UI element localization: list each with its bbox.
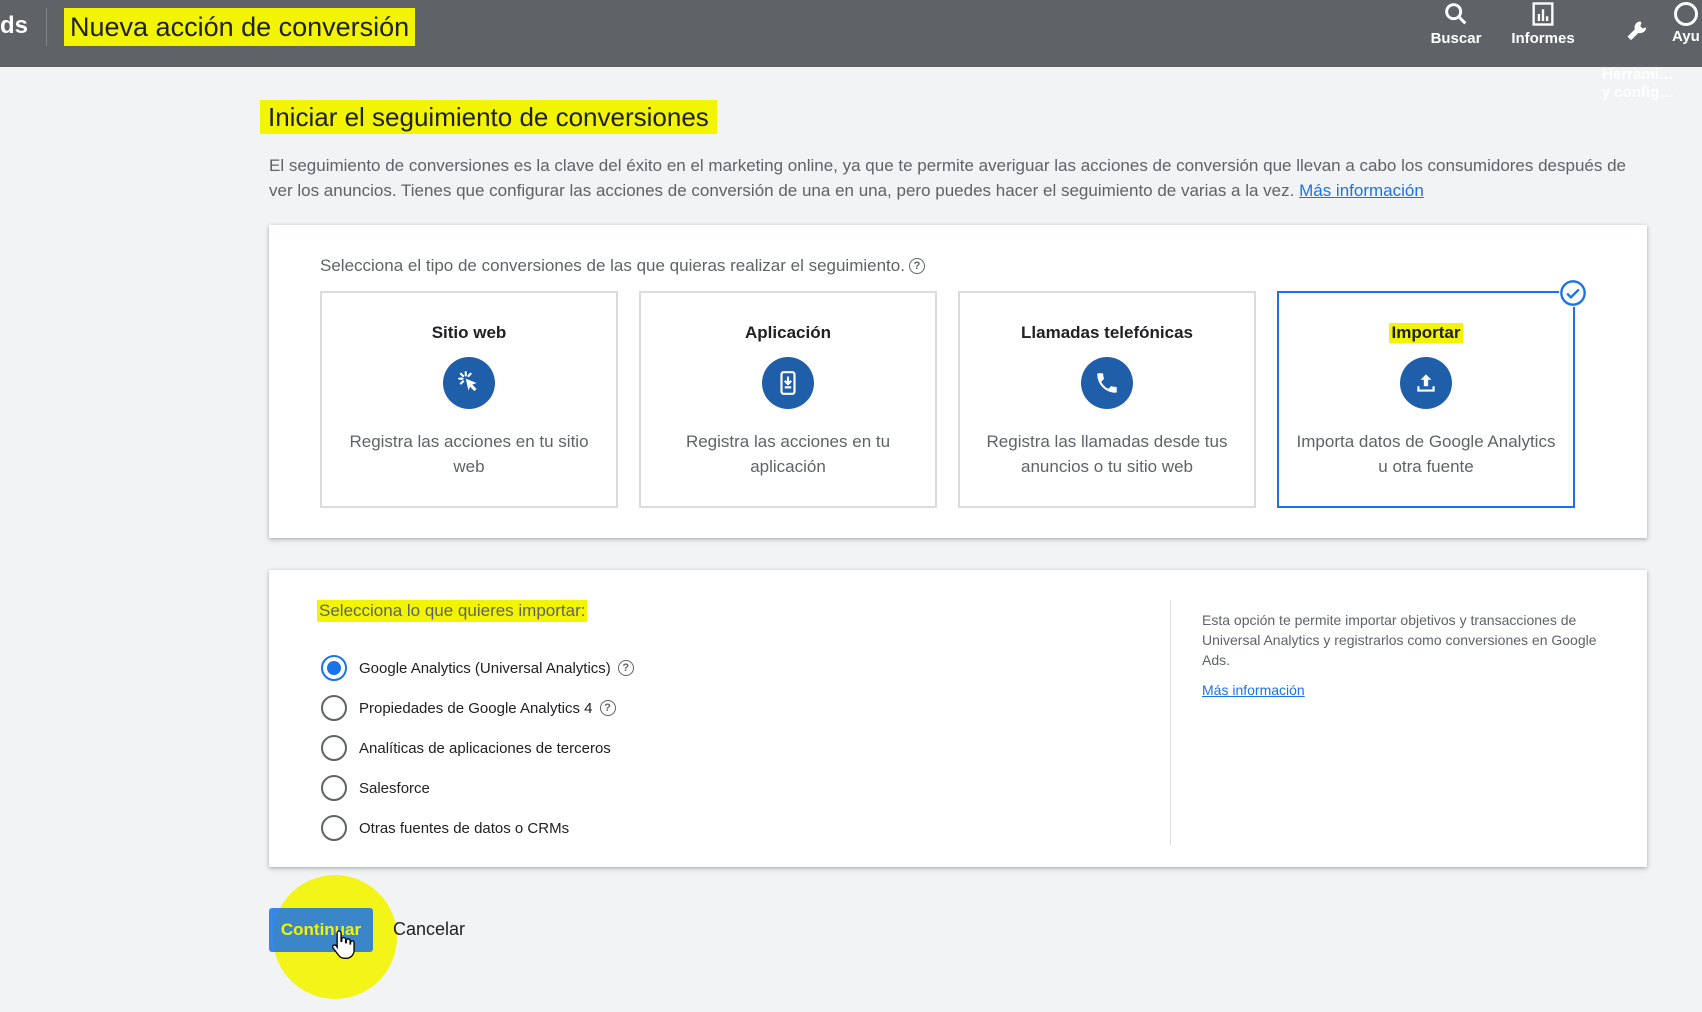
intro-more-info-link[interactable]: Más información [1299, 181, 1424, 200]
search-tool-button[interactable]: Buscar [1416, 0, 1496, 67]
radio-option-ga4[interactable]: Propiedades de Google Analytics 4 ? [321, 688, 634, 728]
radio-button-selected[interactable] [321, 655, 347, 681]
search-icon [1445, 3, 1467, 25]
radio-option-label: Salesforce [359, 779, 430, 797]
radio-option-label: Propiedades de Google Analytics 4 [359, 699, 593, 717]
tile-website-title: Sitio web [431, 323, 507, 342]
cancel-button[interactable]: Cancelar [393, 919, 465, 940]
tile-phone-calls[interactable]: Llamadas telefónicas Registra las llamad… [958, 291, 1256, 508]
import-source-radio-group: Google Analytics (Universal Analytics) ?… [321, 648, 634, 848]
help-circle-icon[interactable]: ? [908, 258, 925, 274]
import-source-prompt: Selecciona lo que quieres importar: [317, 600, 588, 622]
page-title: Nueva acción de conversión [64, 8, 416, 46]
upload-icon [1400, 357, 1452, 409]
search-tool-label: Buscar [1430, 30, 1482, 47]
continue-button[interactable]: Continuar [269, 908, 373, 952]
conversion-type-prompt: Selecciona el tipo de conversiones de la… [320, 256, 925, 276]
reports-tool-button[interactable]: Informes [1500, 0, 1586, 67]
tile-app[interactable]: Aplicación Registra las acciones en tu a… [639, 291, 937, 508]
radio-option-universal-analytics[interactable]: Google Analytics (Universal Analytics) ? [321, 648, 634, 688]
conversion-type-card: Selecciona el tipo de conversiones de la… [269, 225, 1647, 538]
wrench-icon [1627, 21, 1647, 41]
conversion-type-prompt-text: Selecciona el tipo de conversiones de la… [320, 256, 905, 275]
tile-phone-calls-title: Llamadas telefónicas [1021, 323, 1193, 342]
phone-download-icon [762, 357, 814, 409]
phone-icon [1081, 357, 1133, 409]
import-source-card: Selecciona lo que quieres importar: Goog… [269, 570, 1647, 867]
help-circle-icon[interactable]: ? [617, 660, 634, 676]
help-tool-label: Ayu [1672, 28, 1700, 45]
radio-option-salesforce[interactable]: Salesforce [321, 768, 634, 808]
header-divider [46, 8, 47, 46]
brand-logo-text: ds [0, 12, 29, 39]
tile-website-description: Registra las acciones en tu sitio web [349, 432, 589, 476]
radio-button[interactable] [321, 815, 347, 841]
tile-import-description: Importa datos de Google Analytics u otra… [1296, 432, 1556, 476]
radio-option-third-party-app-analytics[interactable]: Analíticas de aplicaciones de terceros [321, 728, 634, 768]
radio-option-other-sources-crm[interactable]: Otras fuentes de datos o CRMs [321, 808, 634, 848]
section-title: Iniciar el seguimiento de conversiones [260, 100, 717, 134]
radio-button[interactable] [321, 775, 347, 801]
vertical-divider [1170, 600, 1171, 845]
radio-option-label: Google Analytics (Universal Analytics) [359, 659, 611, 677]
tile-app-title: Aplicación [745, 323, 831, 342]
import-info-text: Esta opción te permite importar objetivo… [1202, 612, 1597, 668]
reports-tool-label: Informes [1511, 30, 1575, 47]
check-circle-icon [1559, 279, 1587, 307]
tile-import[interactable]: Importar Importa datos de Google Analyti… [1277, 279, 1587, 508]
tile-phone-calls-description: Registra las llamadas desde tus anuncios… [986, 432, 1228, 476]
help-circle-icon[interactable]: ? [599, 700, 616, 716]
import-more-info-link[interactable]: Más información [1202, 682, 1305, 698]
intro-paragraph: El seguimiento de conversiones es la cla… [269, 153, 1649, 203]
tile-app-description: Registra las acciones en tu aplicación [685, 432, 891, 476]
help-tool-button[interactable]: Ayu [1672, 0, 1702, 67]
bar-chart-icon [1532, 2, 1554, 26]
tile-website[interactable]: Sitio web Registra las acciones en tu si… [320, 291, 618, 508]
radio-option-label: Otras fuentes de datos o CRMs [359, 819, 570, 837]
radio-button[interactable] [321, 695, 347, 721]
help-icon [1674, 2, 1698, 26]
top-app-bar: ds Nueva acción de conversión Buscar Inf… [0, 0, 1702, 101]
radio-button[interactable] [321, 735, 347, 761]
cursor-click-icon [443, 357, 495, 409]
tile-import-title: Importar [1388, 323, 1464, 343]
tools-settings-label: Herrami… y config… [1601, 66, 1675, 101]
hand-cursor-icon [331, 930, 355, 959]
radio-option-label: Analíticas de aplicaciones de terceros [359, 739, 611, 757]
